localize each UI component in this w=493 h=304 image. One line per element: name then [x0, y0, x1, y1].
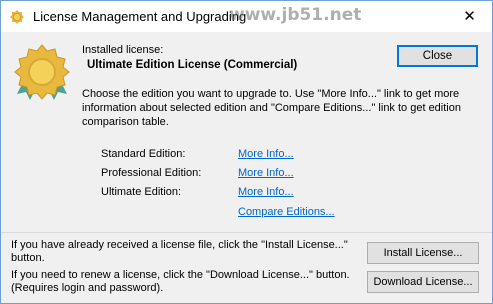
license-dialog: License Management and Upgrading www.jb5…	[0, 0, 493, 304]
license-badge-icon	[10, 10, 24, 24]
standard-edition-label: Standard Edition:	[101, 148, 186, 160]
ultimate-more-info-link[interactable]: More Info...	[238, 186, 294, 198]
dialog-body: Installed license: Ultimate Edition Lice…	[1, 32, 492, 303]
watermark: www.jb51.net	[229, 5, 362, 25]
ultimate-edition-label: Ultimate Edition:	[101, 186, 182, 198]
install-license-text: If you have already received a license f…	[11, 239, 348, 264]
compare-editions-link[interactable]: Compare Editions...	[238, 206, 335, 218]
license-name: Ultimate Edition License (Commercial)	[87, 59, 298, 71]
footer-panel: If you have already received a license f…	[1, 232, 492, 303]
upgrade-description: Choose the edition you want to upgrade t…	[82, 88, 461, 128]
standard-more-info-link[interactable]: More Info...	[238, 148, 294, 160]
download-license-text: If you need to renew a license, click th…	[11, 269, 350, 294]
download-license-button[interactable]: Download License...	[367, 271, 479, 293]
professional-more-info-link[interactable]: More Info...	[238, 167, 294, 179]
install-license-button[interactable]: Install License...	[367, 242, 479, 264]
title-bar: License Management and Upgrading www.jb5…	[1, 1, 492, 32]
professional-edition-label: Professional Edition:	[101, 167, 202, 179]
close-button[interactable]: Close	[397, 45, 478, 67]
award-ribbon-icon	[14, 44, 70, 100]
window-title: License Management and Upgrading	[33, 9, 247, 24]
installed-license-label: Installed license:	[82, 44, 164, 56]
window-close-icon[interactable]: ✕	[447, 1, 492, 32]
